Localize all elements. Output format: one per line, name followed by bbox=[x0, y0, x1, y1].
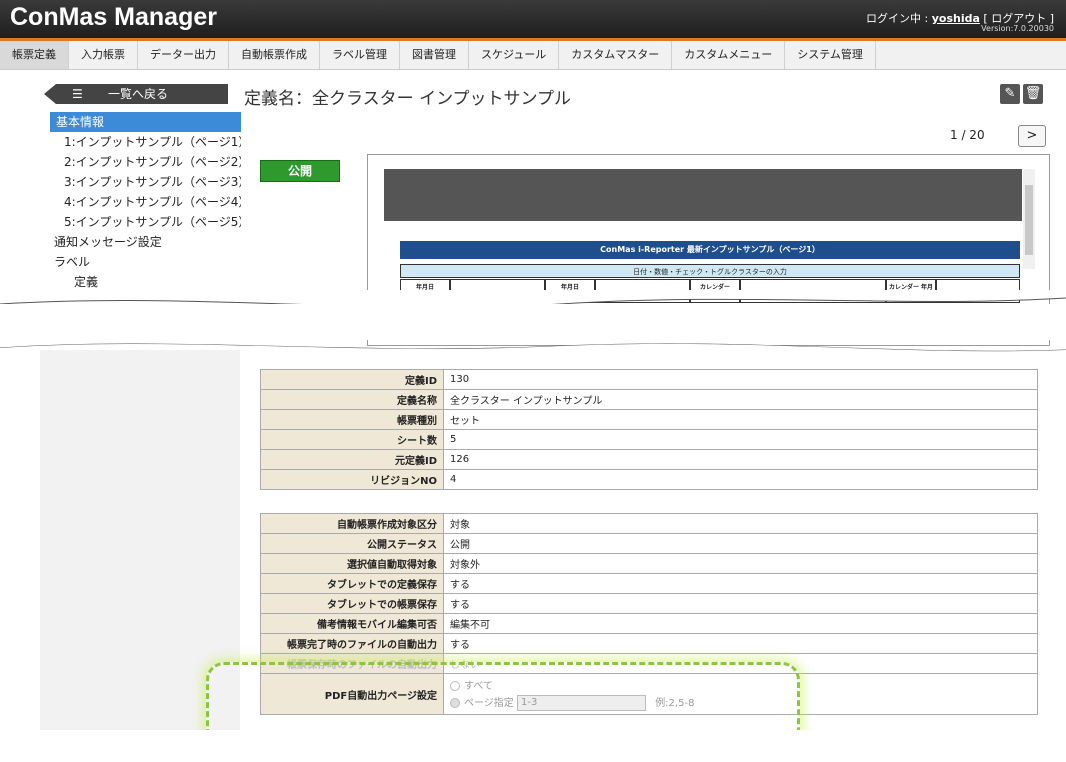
menu-item[interactable]: 帳票定義 bbox=[0, 41, 69, 69]
row-label: タブレットでの帳票保存 bbox=[260, 593, 444, 614]
menu-item[interactable]: 図書管理 bbox=[400, 41, 469, 69]
row-label: リビジョンNO bbox=[260, 469, 444, 490]
username-link[interactable]: yoshida bbox=[932, 12, 980, 25]
row-value: 公開 bbox=[443, 533, 1038, 554]
row-value: 全クラスター インプットサンプル bbox=[443, 389, 1038, 410]
table-row: タブレットでの定義保存 する bbox=[260, 573, 1038, 594]
row-label: 定義名称 bbox=[260, 389, 444, 410]
page-indicator: 1 / 20 bbox=[950, 128, 985, 142]
tree-item-page1[interactable]: 1:インプットサンプル（ページ1） bbox=[46, 132, 241, 152]
tree-item-notification[interactable]: 通知メッセージ設定 bbox=[46, 232, 241, 252]
back-to-list-label: 一覧へ戻る bbox=[108, 87, 169, 101]
menu-item[interactable]: スケジュール bbox=[469, 41, 560, 69]
preview-header-area bbox=[384, 169, 1022, 221]
top-bar: ConMas Manager ログイン中 : yoshida [ ログアウト ]… bbox=[0, 0, 1066, 38]
row-value: 130 bbox=[443, 369, 1038, 390]
row-value: 4 bbox=[443, 469, 1038, 490]
table-row: 定義名称 全クラスター インプットサンプル bbox=[260, 389, 1038, 410]
definition-tree: 基本情報 1:インプットサンプル（ページ1） 2:インプットサンプル（ページ2）… bbox=[46, 112, 241, 292]
row-label: シート数 bbox=[260, 429, 444, 450]
row-label: 元定義ID bbox=[260, 449, 444, 470]
table-row: 帳票種別 セット bbox=[260, 409, 1038, 430]
tree-item-basic-info[interactable]: 基本情報 bbox=[50, 112, 241, 132]
trash-icon[interactable]: 🗑 bbox=[1023, 84, 1043, 104]
row-value: セット bbox=[443, 409, 1038, 430]
row-value: 126 bbox=[443, 449, 1038, 470]
table-row: 選択値自動取得対象 対象外 bbox=[260, 553, 1038, 574]
version-label: Version:7.0.20030 bbox=[981, 24, 1054, 33]
table-row: 定義ID 130 bbox=[260, 369, 1038, 390]
table-row: 帳票完了時のファイルの自動出力 する bbox=[260, 633, 1038, 654]
preview-title: ConMas i-Reporter 最新インプットサンプル（ページ1） bbox=[400, 241, 1020, 259]
table-row: リビジョンNO 4 bbox=[260, 469, 1038, 490]
row-value: 編集不可 bbox=[443, 613, 1038, 634]
tree-item-label[interactable]: ラベル bbox=[46, 252, 241, 272]
next-page-button[interactable]: > bbox=[1018, 125, 1046, 147]
list-icon: ☰ bbox=[72, 87, 83, 101]
menu-item[interactable]: 自動帳票作成 bbox=[229, 41, 320, 69]
table-row: タブレットでの帳票保存 する bbox=[260, 593, 1038, 614]
row-value: 5 bbox=[443, 429, 1038, 450]
row-label: 自動帳票作成対象区分 bbox=[260, 513, 444, 534]
basic-info-table: 定義ID 130 定義名称 全クラスター インプットサンプル 帳票種別 セット シート数 5 元… bbox=[260, 369, 1038, 490]
menu-item[interactable]: データー出力 bbox=[138, 41, 229, 69]
tree-item-definition[interactable]: 定義 bbox=[46, 272, 241, 292]
table-row: シート数 5 bbox=[260, 429, 1038, 450]
menu-item[interactable]: ラベル管理 bbox=[320, 41, 400, 69]
row-value: 対象外 bbox=[443, 553, 1038, 574]
preview-scrollbar-thumb[interactable] bbox=[1025, 185, 1033, 255]
row-label: 帳票完了時のファイルの自動出力 bbox=[260, 633, 444, 654]
menu-item[interactable]: 入力帳票 bbox=[69, 41, 138, 69]
menu-item[interactable]: カスタムマスター bbox=[559, 41, 673, 69]
page-title: 定義名：全クラスター インプットサンプル bbox=[244, 89, 572, 109]
tree-item-page2[interactable]: 2:インプットサンプル（ページ2） bbox=[46, 152, 241, 172]
tree-item-page4[interactable]: 4:インプットサンプル（ページ4） bbox=[46, 192, 241, 212]
login-prefix: ログイン中 : bbox=[866, 12, 932, 25]
preview-subtitle: 日付・数値・チェック・トグルクラスターの入力 bbox=[400, 264, 1020, 278]
status-badge: 公開 bbox=[260, 160, 340, 182]
row-label: タブレットでの定義保存 bbox=[260, 573, 444, 594]
row-value: 対象 bbox=[443, 513, 1038, 534]
row-value: する bbox=[443, 573, 1038, 594]
main-menu: 帳票定義 入力帳票 データー出力 自動帳票作成 ラベル管理 図書管理 スケジュール カスタムマ… bbox=[0, 38, 1066, 70]
tree-item-page5[interactable]: 5:インプットサンプル（ページ5） bbox=[46, 212, 241, 232]
menu-item[interactable]: カスタムメニュー bbox=[672, 41, 786, 69]
row-label: 定義ID bbox=[260, 369, 444, 390]
row-label: 公開ステータス bbox=[260, 533, 444, 554]
row-value: する bbox=[443, 633, 1038, 654]
table-row: 元定義ID 126 bbox=[260, 449, 1038, 470]
bottom-cutoff bbox=[0, 730, 1066, 762]
row-label: 選択値自動取得対象 bbox=[260, 553, 444, 574]
table-row: 自動帳票作成対象区分 対象 bbox=[260, 513, 1038, 534]
menu-item[interactable]: システム管理 bbox=[785, 41, 876, 69]
app-logo: ConMas Manager bbox=[10, 3, 217, 31]
table-row: 備考情報モバイル編集可否 編集不可 bbox=[260, 613, 1038, 634]
row-value: する bbox=[443, 593, 1038, 614]
tree-item-page3[interactable]: 3:インプットサンプル（ページ3） bbox=[46, 172, 241, 192]
row-label: 帳票種別 bbox=[260, 409, 444, 430]
row-label: 備考情報モバイル編集可否 bbox=[260, 613, 444, 634]
edit-icon[interactable]: ✎ bbox=[1000, 84, 1020, 104]
table-row: 公開ステータス 公開 bbox=[260, 533, 1038, 554]
back-to-list-button[interactable]: ☰ 一覧へ戻る bbox=[44, 84, 228, 104]
